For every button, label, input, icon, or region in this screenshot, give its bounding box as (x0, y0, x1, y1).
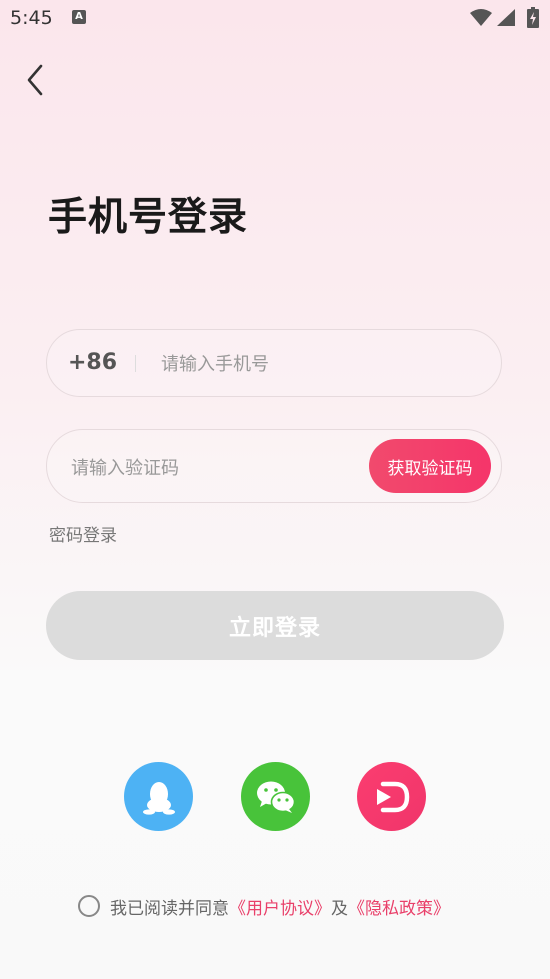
notification-a-icon: A (72, 10, 86, 24)
douyin-d-icon (376, 781, 409, 812)
country-code[interactable]: +86 (68, 350, 117, 375)
chevron-left-icon (27, 64, 43, 96)
status-time: 5:45 (10, 7, 53, 29)
wechat-login-button[interactable] (241, 762, 310, 831)
phone-field[interactable]: +86 (46, 329, 502, 397)
qq-login-button[interactable] (124, 762, 193, 831)
douyin-login-button[interactable] (357, 762, 426, 831)
user-agreement-link[interactable]: 《用户协议》 (229, 894, 331, 919)
agreement-prefix: 我已阅读并同意 (110, 898, 229, 919)
privacy-policy-link[interactable]: 《隐私政策》 (348, 894, 450, 919)
page-title: 手机号登录 (48, 195, 249, 240)
agreement-row: 我已阅读并同意 《用户协议》 及 《隐私政策》 (78, 894, 450, 919)
agreement-conjunction: 及 (331, 898, 348, 919)
login-button[interactable]: 立即登录 (46, 591, 504, 660)
wifi-icon (470, 9, 492, 26)
verification-code-input[interactable] (69, 452, 353, 484)
get-code-button[interactable]: 获取验证码 (369, 439, 491, 493)
phone-input[interactable] (159, 348, 463, 380)
qq-penguin-icon (142, 781, 175, 815)
field-divider (135, 355, 136, 372)
wechat-icon (256, 781, 295, 813)
signal-icon (497, 9, 515, 26)
battery-charging-icon (527, 7, 539, 28)
password-login-link[interactable]: 密码登录 (49, 521, 117, 546)
agreement-checkbox[interactable] (78, 895, 100, 917)
status-bar: 5:45 A (0, 0, 550, 36)
back-button[interactable] (22, 62, 52, 98)
verification-code-field[interactable]: 获取验证码 (46, 429, 502, 503)
